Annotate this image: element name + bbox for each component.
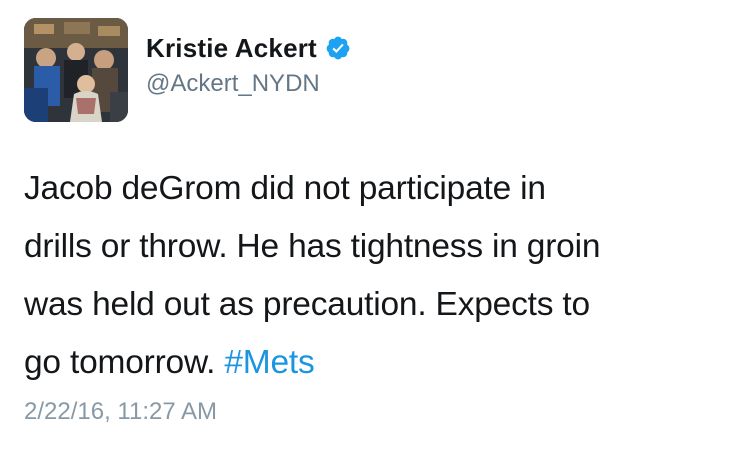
- tweet-timestamp[interactable]: 2/22/16, 11:27 AM: [24, 398, 217, 426]
- profile-photo-icon: [24, 18, 128, 122]
- name-row: Kristie Ackert: [146, 30, 351, 66]
- author-avatar[interactable]: [24, 18, 128, 122]
- tweet-text-line: was held out as precaution. Expects to: [24, 286, 590, 323]
- tweet-card: Kristie Ackert @Ackert_NYDN Jacob deGrom…: [0, 0, 750, 449]
- tweet-text: Jacob deGrom did not participate in dril…: [24, 160, 734, 392]
- tweet-text-segment: go tomorrow.: [24, 344, 225, 381]
- tweet-header: Kristie Ackert @Ackert_NYDN: [146, 30, 351, 98]
- hashtag-link[interactable]: #Mets: [224, 344, 314, 381]
- tweet-text-line: drills or throw. He has tightness in gro…: [24, 228, 601, 265]
- tweet-text-line-last: go tomorrow. #Mets: [24, 334, 734, 392]
- tweet-text-line: Jacob deGrom did not participate in: [24, 170, 546, 207]
- author-handle[interactable]: @Ackert_NYDN: [146, 70, 351, 98]
- verified-badge-icon: [325, 35, 351, 61]
- author-name[interactable]: Kristie Ackert: [146, 33, 317, 64]
